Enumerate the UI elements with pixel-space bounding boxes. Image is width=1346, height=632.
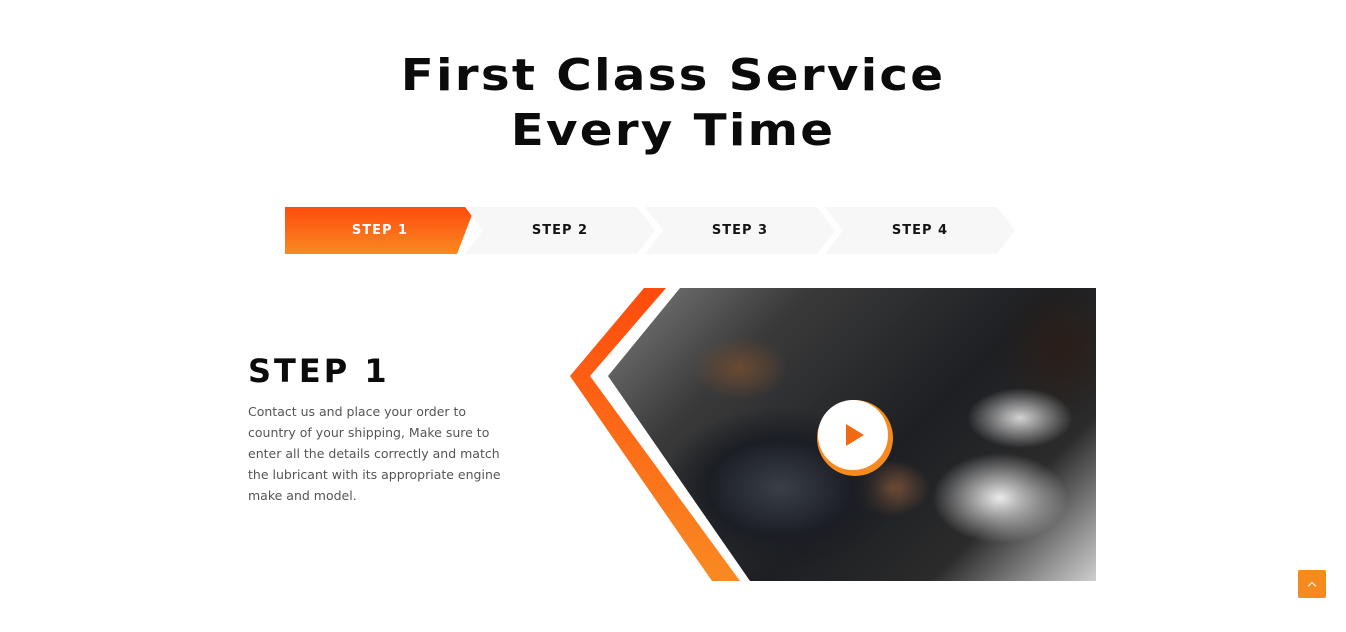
tab-step-1[interactable]: STEP 1 [285,207,475,254]
step-media [560,288,1096,581]
tab-step-4[interactable]: STEP 4 [825,207,1015,254]
play-video-button[interactable] [818,400,888,470]
tab-step-2[interactable]: STEP 2 [465,207,655,254]
section-heading-line-2: Every Time [510,105,836,156]
section-heading-line-1: First Class Service [400,50,946,101]
step-description: Contact us and place your order to count… [248,404,501,503]
step-tabs: STEP 1 STEP 2 STEP 3 STEP 4 [285,207,1015,254]
section-heading: First Class Service Every Time [0,48,1346,158]
play-icon [846,424,864,446]
tab-step-3[interactable]: STEP 3 [645,207,835,254]
chevron-up-icon [1307,581,1317,590]
scroll-to-top-button[interactable] [1298,570,1326,598]
step-title: STEP 1 [248,352,390,390]
